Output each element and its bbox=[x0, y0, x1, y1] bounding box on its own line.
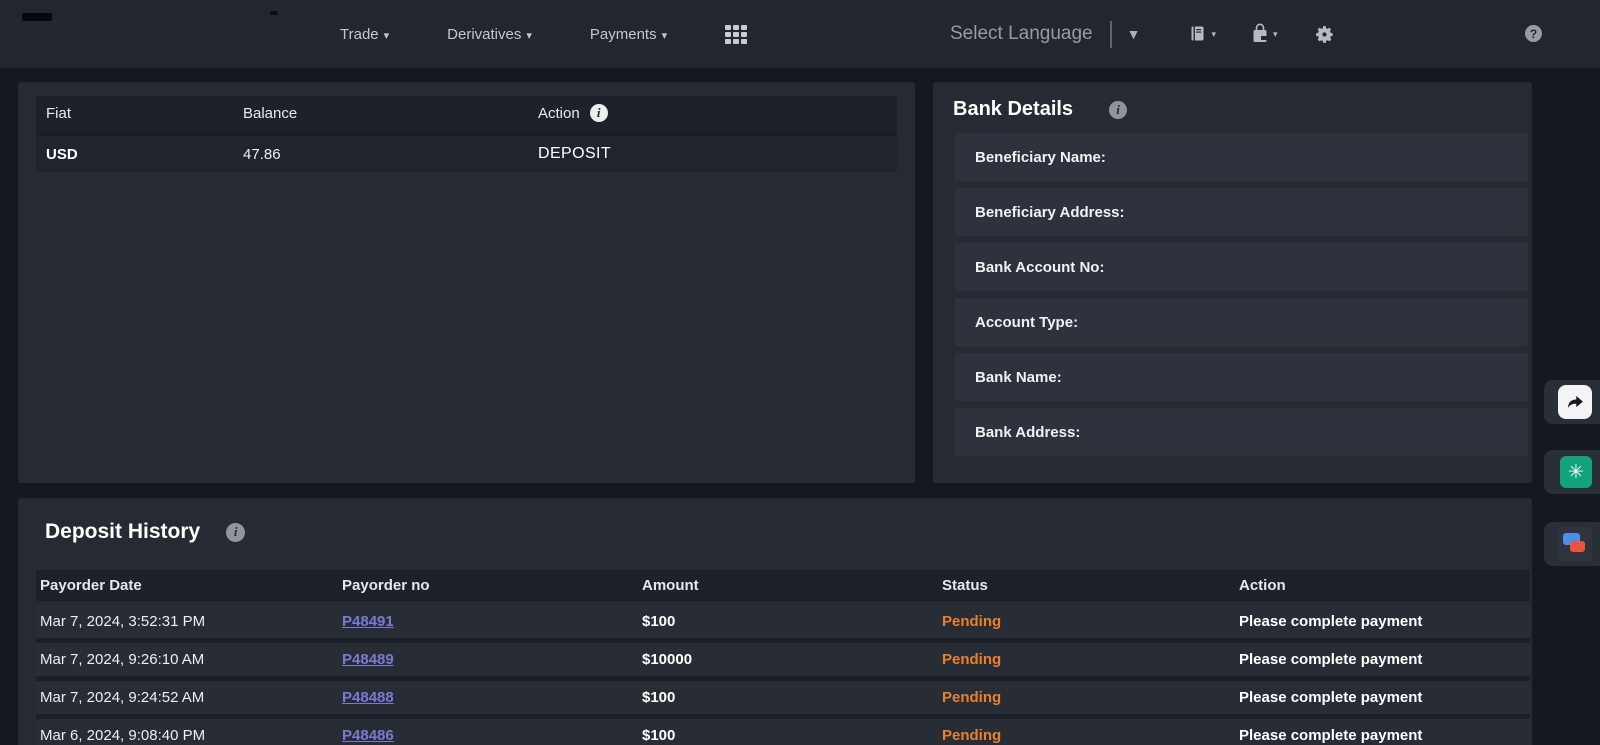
top-navbar: Trade Derivatives Payments Select Langua… bbox=[0, 0, 1600, 68]
divider bbox=[1110, 21, 1112, 48]
fiat-balance-panel: Fiat Balance Action USD 47.86 DEPOSIT bbox=[18, 82, 915, 483]
chatgpt-icon bbox=[1560, 456, 1592, 488]
status-badge: Pending bbox=[942, 727, 1239, 744]
bank-fields-list: Beneficiary Name: Beneficiary Address: B… bbox=[955, 133, 1528, 456]
deposit-history-title: Deposit History bbox=[45, 520, 200, 544]
help-icon[interactable] bbox=[1525, 25, 1542, 42]
logo-artifact bbox=[270, 11, 278, 15]
status-badge: Pending bbox=[942, 651, 1239, 668]
table-row: Mar 7, 2024, 9:24:52 AM P48488 $100 Pend… bbox=[36, 681, 1530, 714]
navbar-right: Select Language bbox=[950, 0, 1335, 68]
col-payorder-date: Payorder Date bbox=[40, 577, 342, 594]
chatgpt-extension-button[interactable] bbox=[1544, 450, 1600, 494]
amount: $100 bbox=[642, 689, 942, 706]
apps-grid-icon[interactable] bbox=[725, 25, 747, 44]
amount: $100 bbox=[642, 613, 942, 630]
payorder-link[interactable]: P48486 bbox=[342, 727, 642, 744]
deposit-table-body: Mar 7, 2024, 3:52:31 PM P48491 $100 Pend… bbox=[36, 605, 1530, 745]
deposit-history-panel: Deposit History Payorder Date Payorder n… bbox=[18, 498, 1532, 745]
fiat-table: Fiat Balance Action USD 47.86 DEPOSIT bbox=[36, 96, 897, 172]
bank-field-beneficiary-name: Beneficiary Name: bbox=[955, 133, 1528, 181]
action-text: Please complete payment bbox=[1239, 651, 1530, 668]
table-row: Mar 7, 2024, 3:52:31 PM P48491 $100 Pend… bbox=[36, 605, 1530, 638]
payorder-date: Mar 7, 2024, 9:26:10 AM bbox=[40, 651, 342, 668]
balance-header-label: Balance bbox=[243, 105, 538, 122]
payorder-link[interactable]: P48488 bbox=[342, 689, 642, 706]
chat-bubbles-icon bbox=[1558, 527, 1592, 561]
main-menu: Trade Derivatives Payments bbox=[340, 0, 747, 68]
action-info-icon[interactable] bbox=[590, 104, 608, 122]
settings-gear-icon[interactable] bbox=[1314, 24, 1335, 45]
status-badge: Pending bbox=[942, 689, 1239, 706]
bank-details-info-icon[interactable] bbox=[1109, 101, 1127, 119]
action-text: Please complete payment bbox=[1239, 613, 1530, 630]
fiat-table-row: USD 47.86 DEPOSIT bbox=[36, 136, 897, 172]
payorder-link[interactable]: P48491 bbox=[342, 613, 642, 630]
menu-derivatives[interactable]: Derivatives bbox=[447, 26, 532, 43]
status-badge: Pending bbox=[942, 613, 1239, 630]
action-text: Please complete payment bbox=[1239, 689, 1530, 706]
payorder-date: Mar 6, 2024, 9:08:40 PM bbox=[40, 727, 342, 744]
action-text: Please complete payment bbox=[1239, 727, 1530, 744]
bank-details-panel: Bank Details Beneficiary Name: Beneficia… bbox=[933, 82, 1532, 483]
fiat-header-label: Fiat bbox=[46, 105, 243, 122]
bank-field-account-no: Bank Account No: bbox=[955, 243, 1528, 291]
wallet-lock-icon[interactable] bbox=[1250, 23, 1278, 45]
col-status: Status bbox=[942, 577, 1239, 594]
table-row: Mar 6, 2024, 9:08:40 PM P48486 $100 Pend… bbox=[36, 719, 1530, 745]
bank-field-account-type: Account Type: bbox=[955, 298, 1528, 346]
bank-field-bank-address: Bank Address: bbox=[955, 408, 1528, 456]
amount: $100 bbox=[642, 727, 942, 744]
deposit-table-header: Payorder Date Payorder no Amount Status … bbox=[36, 570, 1530, 601]
share-extension-button[interactable] bbox=[1544, 380, 1600, 424]
chevron-down-icon bbox=[1273, 29, 1278, 40]
chat-extension-button[interactable] bbox=[1544, 522, 1600, 566]
table-row: Mar 7, 2024, 9:26:10 AM P48489 $10000 Pe… bbox=[36, 643, 1530, 676]
action-header-label: Action bbox=[538, 105, 580, 122]
payorder-link[interactable]: P48489 bbox=[342, 651, 642, 668]
col-action: Action bbox=[1239, 577, 1530, 594]
col-amount: Amount bbox=[642, 577, 942, 594]
menu-trade[interactable]: Trade bbox=[340, 26, 389, 43]
orders-book-icon[interactable] bbox=[1188, 24, 1216, 44]
brand-logo[interactable] bbox=[22, 13, 52, 21]
fiat-currency: USD bbox=[46, 146, 243, 163]
amount: $10000 bbox=[642, 651, 942, 668]
language-dropdown-icon[interactable] bbox=[1127, 26, 1141, 42]
bank-field-beneficiary-address: Beneficiary Address: bbox=[955, 188, 1528, 236]
payorder-date: Mar 7, 2024, 9:24:52 AM bbox=[40, 689, 342, 706]
col-payorder-no: Payorder no bbox=[342, 577, 642, 594]
share-arrow-icon bbox=[1558, 385, 1592, 419]
menu-payments[interactable]: Payments bbox=[590, 26, 667, 43]
deposit-history-info-icon[interactable] bbox=[226, 523, 245, 542]
bank-field-bank-name: Bank Name: bbox=[955, 353, 1528, 401]
deposit-action-link[interactable]: DEPOSIT bbox=[538, 145, 897, 163]
fiat-balance-value: 47.86 bbox=[243, 146, 538, 163]
payorder-date: Mar 7, 2024, 3:52:31 PM bbox=[40, 613, 342, 630]
chevron-down-icon bbox=[1211, 29, 1216, 40]
bank-details-title: Bank Details bbox=[953, 98, 1073, 121]
fiat-table-header: Fiat Balance Action bbox=[36, 96, 897, 130]
language-selector[interactable]: Select Language bbox=[950, 23, 1093, 45]
